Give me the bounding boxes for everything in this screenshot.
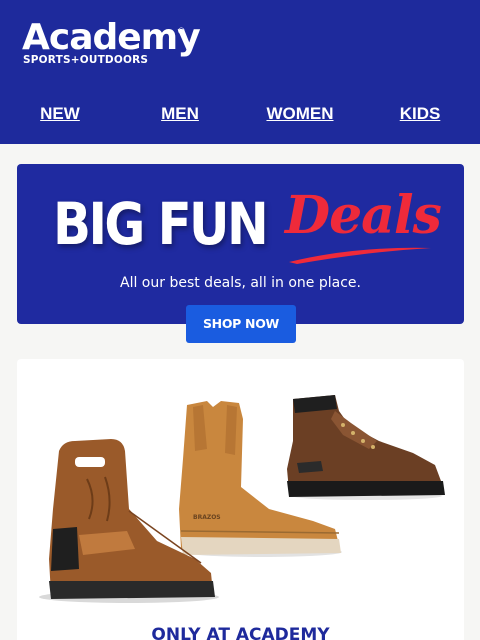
swoosh-underline-icon (289, 247, 431, 264)
main-nav: NEW MEN WOMEN KIDS (0, 100, 480, 128)
nav-link-men[interactable]: MEN (120, 104, 240, 124)
lace-up-boot-icon (287, 395, 445, 497)
hero-headline-script: Deals (285, 185, 442, 246)
work-boots-image: BRAZOS (39, 395, 445, 603)
deals-banner[interactable]: BIG FUN Deals All our best deals, all in… (17, 164, 464, 324)
site-header: Academy ® SPORTS+OUTDOORS NEW MEN WOMEN … (0, 0, 480, 144)
card-title: ONLY AT ACADEMY (151, 625, 330, 640)
logo-wordmark: Academy (22, 17, 201, 58)
hero-subtitle: All our best deals, all in one place. (120, 275, 361, 291)
nav-link-kids[interactable]: KIDS (360, 104, 480, 124)
logo-tagline: SPORTS+OUTDOORS (23, 54, 149, 66)
nav-link-women[interactable]: WOMEN (240, 104, 360, 124)
nav-link-new[interactable]: NEW (0, 104, 120, 124)
svg-text:BRAZOS: BRAZOS (193, 514, 221, 521)
shop-now-button[interactable]: SHOP NOW (186, 305, 296, 343)
product-card[interactable]: BRAZOS ONLY AT ACADEMY (17, 359, 464, 640)
logo-registered-mark: ® (178, 26, 185, 36)
academy-logo[interactable]: Academy ® SPORTS+OUTDOORS (22, 18, 201, 67)
hero-headline: BIG FUN (53, 190, 269, 258)
